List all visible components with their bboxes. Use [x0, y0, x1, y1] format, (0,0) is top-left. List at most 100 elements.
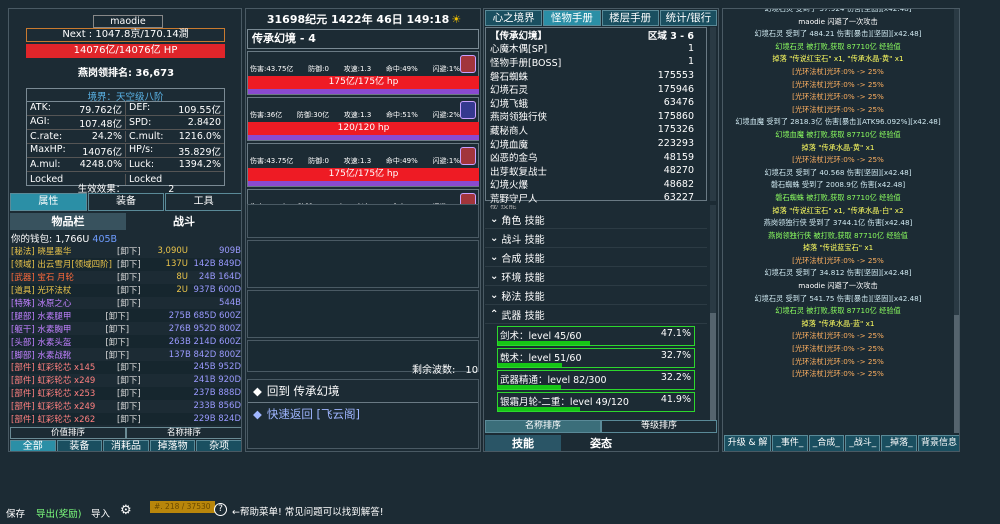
- unequip-button[interactable]: [卸下]: [117, 400, 153, 412]
- import-button[interactable]: 导入: [91, 506, 110, 520]
- bestiary-row[interactable]: 怪物手册[BOSS] 1: [486, 55, 706, 69]
- bestiary-row[interactable]: 幻境石灵 175946: [486, 82, 706, 97]
- inventory-item[interactable]: [武器] 宝石 月轮 [卸下] 8U 24B 164D: [9, 270, 241, 284]
- inventory-item[interactable]: [特殊] 冰原之心 [卸下] 544B: [9, 296, 241, 310]
- enemy-stat: 命中:51%: [385, 111, 418, 119]
- help-icon[interactable]: ?: [214, 503, 227, 516]
- unequip-button[interactable]: [卸下]: [117, 271, 153, 283]
- inventory-item[interactable]: [部件] 虹彩轮芯 x262 [卸下] 229B 824D: [9, 412, 241, 425]
- inventory-item[interactable]: [腿部] 水素腿甲 [卸下] 275B 685D 600Z: [9, 309, 241, 323]
- tab-heart-realm[interactable]: 心之境界: [485, 10, 543, 26]
- log-tab-background[interactable]: 背景信息: [917, 435, 959, 451]
- unequip-button[interactable]: [卸下]: [105, 310, 137, 322]
- skill-group-header[interactable]: ⌃ 武器 技能: [485, 305, 707, 324]
- unequip-button[interactable]: [卸下]: [117, 387, 153, 399]
- inventory-item[interactable]: [领域] 出云雪月[领域四阶] [卸下] 137U 142B 849D: [9, 257, 241, 271]
- return-zone-link[interactable]: ◆ 回到 传承幻境: [248, 380, 478, 402]
- unequip-button[interactable]: [卸下]: [117, 245, 153, 257]
- unequip-button[interactable]: [卸下]: [117, 361, 153, 373]
- save-button[interactable]: 保存: [6, 506, 25, 520]
- filter-drops[interactable]: 掉落物: [149, 440, 196, 451]
- unequip-button[interactable]: [卸下]: [105, 336, 137, 348]
- item-price-b: 909B: [218, 246, 241, 257]
- scrollbar-thumb[interactable]: [954, 315, 959, 433]
- skill-group-header[interactable]: ⌄ 秘法 技能: [485, 286, 707, 305]
- scrollbar-thumb[interactable]: [710, 313, 716, 423]
- sort-by-value[interactable]: 价值排序: [10, 427, 126, 439]
- enemy-card[interactable]: 伤害:36亿 防御:30亿 攻速:1.3 命中:51% 闪避:2% 120/120 hp: [247, 97, 479, 141]
- skill-progress[interactable]: 戟术：level 51/60 32.7%: [497, 348, 695, 368]
- skill-group-header[interactable]: ⌄ 战斗 技能: [485, 229, 707, 248]
- bestiary-row[interactable]: 藏秘商人 175326: [486, 123, 706, 137]
- log-tab-events[interactable]: _事件_: [772, 435, 808, 451]
- item-name: [秘法] 晓星墨华: [11, 247, 72, 258]
- tab-stances[interactable]: 姿态: [563, 435, 639, 451]
- bestiary-row[interactable]: 幻境火爆 48682: [486, 178, 706, 192]
- filter-misc[interactable]: 杂项: [196, 440, 241, 451]
- unequip-button[interactable]: [卸下]: [117, 413, 153, 425]
- quick-return-link[interactable]: ◆ 快速返回 [飞云阁]: [248, 402, 478, 424]
- log-entry: 掉落 "传说蓝宝石" x1: [802, 243, 874, 253]
- tab-skills[interactable]: 技能: [485, 435, 561, 451]
- tab-attributes[interactable]: 属性: [10, 193, 87, 211]
- skill-group-header[interactable]: ⌄ 角色 技能: [485, 210, 707, 229]
- tab-stats-bank[interactable]: 统计/银行: [659, 10, 717, 26]
- bestiary-row[interactable]: 磐石蜘蛛 175553: [486, 69, 706, 83]
- enemy-stats: 伤害:43.75亿 防御:0 攻速:1.3 命中:49% 闪避:1%: [250, 156, 460, 166]
- inventory-item[interactable]: [部件] 虹彩轮芯 x253 [卸下] 237B 888D: [9, 386, 241, 400]
- enemy-card[interactable]: 伤害:43.75亿 防御:0 攻速:1.3 命中:49% 闪避:1% 175亿/175亿 …: [247, 51, 479, 95]
- unequip-button[interactable]: [卸下]: [105, 349, 137, 361]
- gear-icon[interactable]: ⚙: [120, 503, 132, 518]
- bestiary-row[interactable]: 荒野守尸人 63227: [486, 191, 706, 205]
- filter-equipment[interactable]: 装备: [56, 440, 103, 451]
- skill-group-header[interactable]: ⌄ 环境 技能: [485, 267, 707, 286]
- skill-progress[interactable]: 剑术：level 45/60 47.1%: [497, 326, 695, 346]
- unequip-button[interactable]: [卸下]: [117, 258, 153, 270]
- bestiary-row[interactable]: 出芽蚁复战士 48270: [486, 164, 706, 178]
- sort-skills-level[interactable]: 等级排序: [601, 420, 717, 433]
- bestiary-scrollbar[interactable]: [710, 27, 716, 201]
- inventory-item[interactable]: [部件] 虹彩轮芯 x145 [卸下] 245B 952D: [9, 361, 241, 374]
- tab-bestiary[interactable]: 怪物手册: [543, 10, 601, 26]
- skill-group-header[interactable]: ⌄ 合成 技能: [485, 248, 707, 267]
- bestiary-row[interactable]: 幻境血魔 223293: [486, 137, 706, 151]
- unequip-button[interactable]: [卸下]: [105, 323, 137, 335]
- bestiary-row[interactable]: 凶恶的金乌 48159: [486, 150, 706, 165]
- bestiary-row[interactable]: 心魔木偶[SP] 1: [486, 42, 706, 56]
- log-scrollbar[interactable]: [954, 9, 959, 433]
- filter-all[interactable]: 全部: [10, 440, 56, 451]
- inventory-item[interactable]: [道具] 光环法杖 [卸下] 2U 937B 600D: [9, 283, 241, 297]
- monster-count: 48682: [663, 178, 694, 190]
- inventory-item[interactable]: [脚部] 水素战靴 [卸下] 137B 842D 800Z: [9, 348, 241, 362]
- export-button[interactable]: 导出(奖励): [36, 506, 81, 520]
- filter-consumables[interactable]: 消耗品: [103, 440, 149, 451]
- log-tab-crafting[interactable]: _合成_: [808, 435, 845, 451]
- item-name: [部件] 虹彩轮芯 x145: [11, 363, 96, 374]
- sort-by-name[interactable]: 名称排序: [126, 427, 241, 439]
- inventory-item[interactable]: [秘法] 晓星墨华 [卸下] 3,090U 909B: [9, 245, 241, 258]
- skills-scrollbar[interactable]: [710, 205, 716, 423]
- tab-inventory[interactable]: 物品栏: [10, 213, 126, 230]
- bestiary-row[interactable]: 幻境飞蛾 63476: [486, 96, 706, 110]
- unequip-button[interactable]: [卸下]: [117, 297, 153, 309]
- inventory-item[interactable]: [部件] 虹彩轮芯 x249 [卸下] 241B 920D: [9, 373, 241, 387]
- bestiary-row[interactable]: 燕岗领独行侠 175860: [486, 110, 706, 124]
- game-date: 31698纪元 1422年 46日 149:18 ☀: [246, 11, 480, 27]
- enemy-card[interactable]: 伤害:43.75亿 防御:0 攻速:1.3 命中:49% 闪避:1% 175亿/175亿 …: [247, 143, 479, 187]
- inventory-item[interactable]: [部件] 虹彩轮芯 x249 [卸下] 233B 856D: [9, 399, 241, 413]
- sort-skills-name[interactable]: 名称排序: [485, 420, 601, 433]
- log-tab-drops[interactable]: _掉落_: [881, 435, 917, 451]
- inventory-item[interactable]: [躯干] 水素胸甲 [卸下] 276B 952D 800Z: [9, 322, 241, 336]
- unequip-button[interactable]: [卸下]: [117, 374, 153, 386]
- tab-tools[interactable]: 工具: [165, 193, 241, 211]
- log-tab-upgrades[interactable]: 升级 & 解锁: [724, 435, 772, 451]
- tab-combat[interactable]: 战斗: [126, 213, 241, 230]
- inventory-item[interactable]: [头部] 水素头盔 [卸下] 263B 214D 600Z: [9, 335, 241, 349]
- skill-progress[interactable]: 武器精通：level 82/300 32.2%: [497, 370, 695, 390]
- rank-label: 燕岗领排名: 36,673: [77, 68, 175, 79]
- tab-equipment[interactable]: 装备: [87, 193, 165, 211]
- log-tab-combat[interactable]: _战斗_: [845, 435, 881, 451]
- unequip-button[interactable]: [卸下]: [117, 284, 153, 296]
- skill-progress[interactable]: 银霜月轮-二重：level 49/120 41.9%: [497, 392, 695, 412]
- tab-floor-manual[interactable]: 楼层手册: [601, 10, 659, 26]
